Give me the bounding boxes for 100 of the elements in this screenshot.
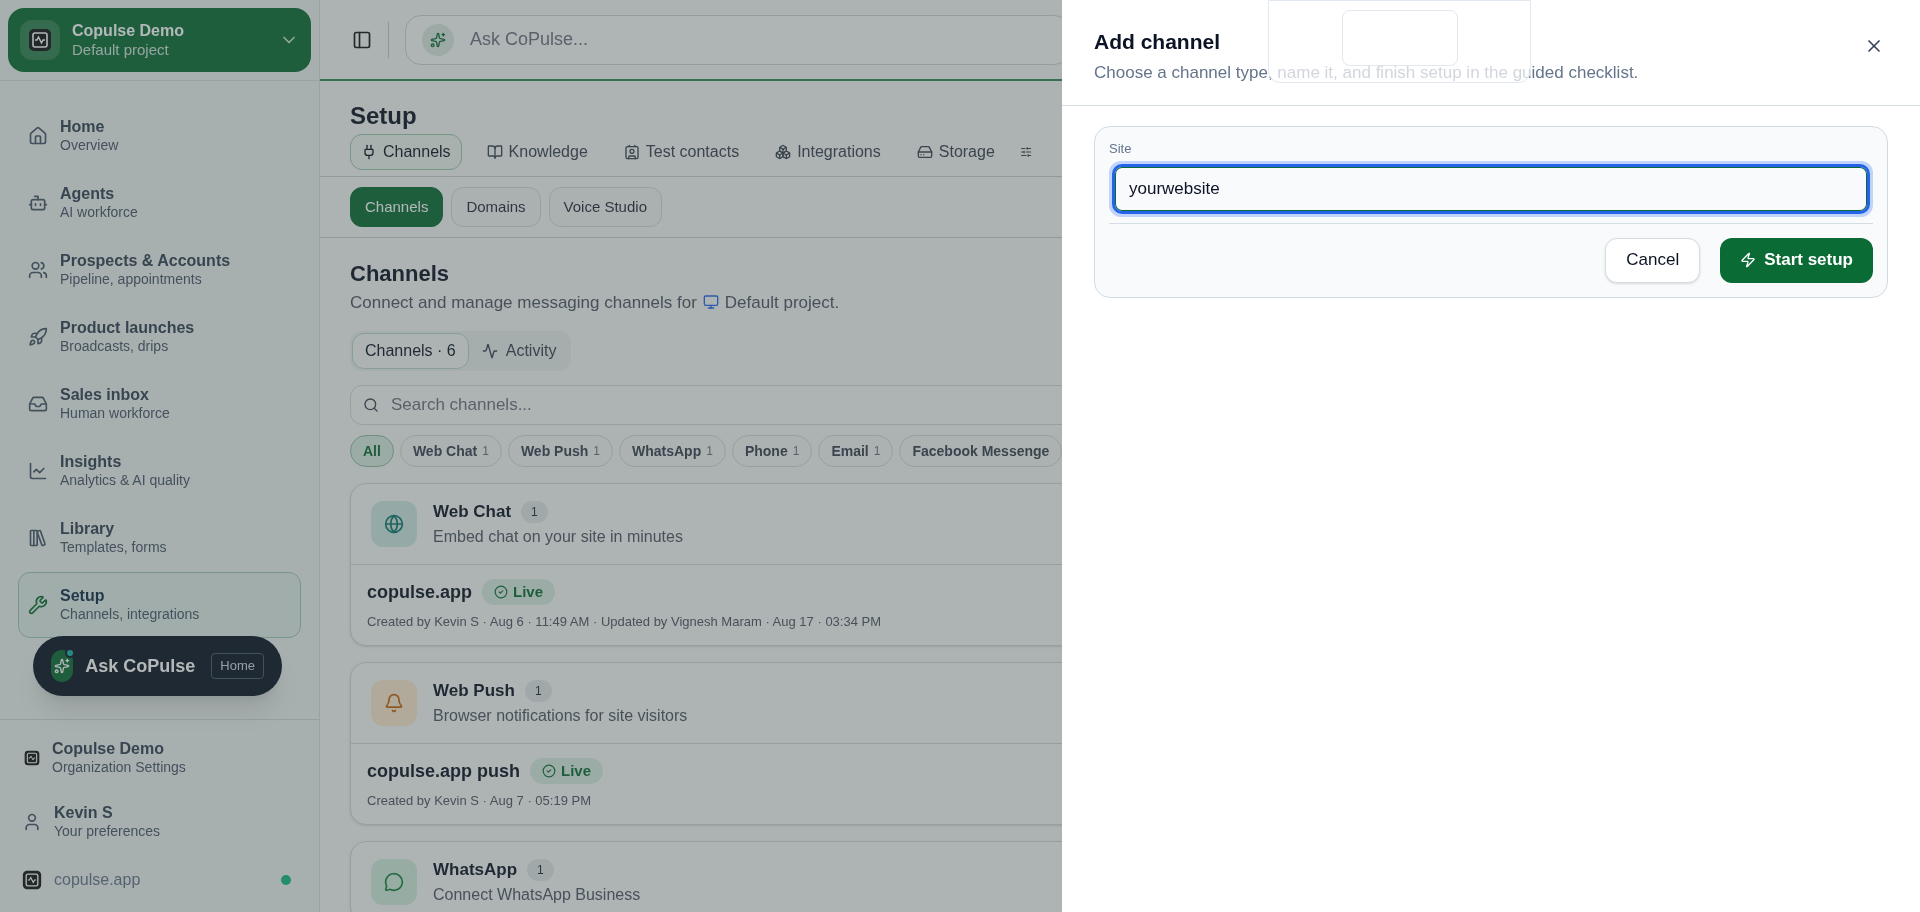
tab[interactable]: Storage xyxy=(905,134,1006,170)
sub-tab[interactable]: Channels xyxy=(350,187,444,227)
org-subtitle: Organization Settings xyxy=(52,759,186,777)
nav-label: Product launches xyxy=(60,318,195,339)
nav-subtitle: Pipeline, appointments xyxy=(60,271,203,289)
sub-tab[interactable]: Domains xyxy=(451,187,541,227)
count-badge: 1 xyxy=(527,858,554,881)
sparkle-badge xyxy=(51,650,74,682)
channel-name[interactable]: copulse.app push xyxy=(367,757,521,785)
nav-subtitle: Channels, integrations xyxy=(60,606,200,624)
lightning-icon xyxy=(1740,252,1757,268)
user-preferences[interactable]: Kevin S Your preferences xyxy=(22,796,297,848)
tab[interactable]: Integrations xyxy=(764,134,892,170)
project-name: Default project xyxy=(72,40,170,60)
robot-icon xyxy=(28,193,48,213)
nav-subtitle: Broadcasts, drips xyxy=(60,338,170,356)
book-icon xyxy=(486,144,503,160)
nav-label: Agents xyxy=(60,184,116,205)
home-icon xyxy=(28,126,48,146)
users-icon xyxy=(28,260,48,280)
channel-name[interactable]: copulse.app xyxy=(367,578,473,606)
filter-chip[interactable]: All xyxy=(350,435,394,467)
filter-chip[interactable]: Facebook Messenge xyxy=(899,435,1062,467)
view-tab[interactable]: Activity xyxy=(468,333,570,369)
ask-label: Ask CoPulse xyxy=(85,654,196,678)
search-placeholder: Search channels... xyxy=(391,394,532,417)
tab[interactable]: Channels xyxy=(350,134,462,170)
user-subtitle: Your preferences xyxy=(54,823,161,841)
ask-copulse-button[interactable]: Ask CoPulse Home xyxy=(33,636,282,696)
nav-label: Insights xyxy=(60,452,123,473)
activity-icon xyxy=(481,343,498,359)
sidebar-toggle-icon[interactable] xyxy=(352,29,372,50)
nav-subtitle: Human workforce xyxy=(60,405,170,423)
nav-subtitle: AI workforce xyxy=(60,204,138,222)
sub-tab[interactable]: Voice Studio xyxy=(548,187,662,227)
plug-icon xyxy=(361,144,377,160)
globe-icon xyxy=(371,500,417,547)
channel-type-name: Web Chat xyxy=(433,501,512,523)
nav-item[interactable]: Home Overview xyxy=(18,103,301,169)
channel-type-description: Embed chat on your site in minutes xyxy=(433,526,683,547)
workspace-switcher[interactable]: Copulse Demo Default project xyxy=(8,8,311,72)
nav-item[interactable]: Setup Channels, integrations xyxy=(18,572,301,638)
nav-item[interactable]: Insights Analytics & AI quality xyxy=(18,438,301,504)
start-setup-button[interactable]: Start setup xyxy=(1720,237,1873,283)
nav-item[interactable]: Library Templates, forms xyxy=(18,505,301,571)
library-icon xyxy=(28,528,48,548)
nav-subtitle: Overview xyxy=(60,137,119,155)
ask-placeholder: Ask CoPulse... xyxy=(470,28,589,51)
nav-label: Library xyxy=(60,519,116,540)
line-chart-icon xyxy=(28,461,48,481)
tab[interactable]: Test contacts xyxy=(612,134,751,170)
channel-type-name: WhatsApp xyxy=(433,859,518,881)
tab[interactable]: Knowledge xyxy=(475,134,599,170)
bell-icon xyxy=(371,679,417,726)
view-tab[interactable]: Channels · 6 xyxy=(352,333,469,369)
nav-item[interactable]: Sales inbox Human workforce xyxy=(18,371,301,437)
project-name: Default project. xyxy=(724,291,840,314)
org-name: Copulse Demo xyxy=(52,739,165,760)
contact-icon xyxy=(623,144,640,160)
site-input[interactable]: yourwebsite xyxy=(1112,163,1870,214)
field-label: Site xyxy=(1109,140,1133,158)
status-badge: Live xyxy=(530,757,604,785)
filter-chip[interactable]: Web Chat 1 xyxy=(399,435,502,467)
user-icon xyxy=(22,812,42,832)
section-title: Channels xyxy=(350,260,451,288)
inbox-icon xyxy=(28,394,48,414)
nav-label: Sales inbox xyxy=(60,385,150,406)
page-title: Setup xyxy=(349,101,418,131)
filter-chip[interactable]: Email 1 xyxy=(818,435,894,467)
status-badge: Live xyxy=(482,578,556,606)
channel-type-description: Browser notifications for site visitors xyxy=(433,705,688,726)
nav-item[interactable]: Product launches Broadcasts, drips xyxy=(18,304,301,370)
ask-copulse-field[interactable]: Ask CoPulse... xyxy=(405,14,1062,65)
chat-bubble-icon xyxy=(371,858,417,905)
count-badge: 1 xyxy=(524,679,552,702)
rocket-icon xyxy=(28,327,48,347)
nav-label: Home xyxy=(60,117,106,138)
monitor-icon xyxy=(702,294,719,311)
channel-type-name: Web Push xyxy=(433,680,515,702)
nav-item[interactable]: Prospects & Accounts Pipeline, appointments xyxy=(18,237,301,303)
cancel-button[interactable]: Cancel xyxy=(1605,237,1701,283)
app-logo-icon xyxy=(24,750,40,766)
nav-label: Setup xyxy=(60,586,106,607)
sliders-icon xyxy=(1019,144,1032,160)
search-field[interactable]: Search channels... xyxy=(350,385,1062,425)
search-icon xyxy=(363,397,379,413)
section-description: Connect and manage messaging channels for xyxy=(350,291,697,314)
filter-chip[interactable]: Phone 1 xyxy=(731,435,813,467)
organization-settings[interactable]: Copulse Demo Organization Settings xyxy=(22,732,297,784)
user-name: Kevin S xyxy=(54,803,114,824)
nav-item[interactable]: Agents AI workforce xyxy=(18,170,301,236)
nav-subtitle: Templates, forms xyxy=(60,539,167,557)
context-badge: Home xyxy=(211,653,264,679)
filter-chip[interactable]: WhatsApp 1 xyxy=(619,435,726,467)
sparkle-icon xyxy=(422,23,454,56)
workspace-name: Copulse Demo xyxy=(72,20,185,41)
app-logo-icon xyxy=(22,870,42,890)
filter-chip[interactable]: Web Push 1 xyxy=(507,435,613,467)
drawer-title: Add channel xyxy=(1094,29,1221,55)
boxes-icon xyxy=(775,144,792,160)
